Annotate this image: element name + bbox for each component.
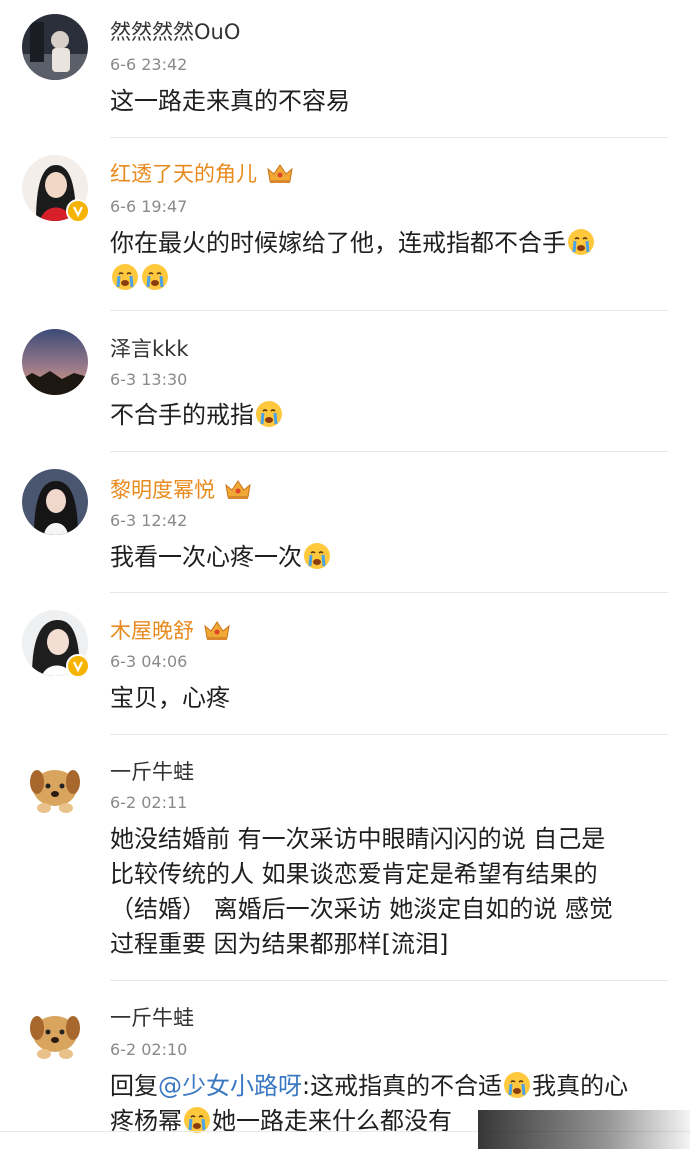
timestamp: 6-3 13:30 [110, 370, 188, 389]
comment-line: 比较传统的人 如果谈恋爱肯定是希望有结果的 [110, 860, 598, 888]
crying-face-icon [504, 1072, 531, 1098]
comment-text-part: 不合手的戒指 [110, 401, 254, 429]
comment-text: 你在最火的时候嫁给了他，连戒指都不合手 [110, 226, 666, 296]
reply-prefix: 回复 [110, 1072, 158, 1100]
timestamp: 6-6 23:42 [110, 55, 188, 74]
username[interactable]: 一斤牛蛙 [110, 1002, 194, 1032]
crying-face-icon [304, 543, 330, 569]
username-text[interactable]: 然然然然OuO [110, 16, 240, 46]
comment-text: 不合手的戒指 [110, 398, 666, 433]
comment-text: 我看一次心疼一次 [110, 540, 666, 575]
comment-text-part: 我看一次心疼一次 [110, 543, 302, 571]
timestamp: 6-2 02:10 [110, 1040, 188, 1059]
divider [110, 734, 668, 735]
comment-text: 这一路走来真的不容易 [110, 87, 350, 115]
crown-icon [267, 164, 293, 183]
comment-line: 她没结婚前 有一次采访中眼睛闪闪的说 自己是 [110, 825, 606, 853]
timestamp: 6-3 12:42 [110, 511, 188, 530]
comment-line: 过程重要 因为结果都那样[流泪] [110, 930, 449, 958]
divider [110, 451, 668, 452]
username-text[interactable]: 黎明度幂悦 [110, 474, 215, 504]
username-text[interactable]: 红透了天的角儿 [110, 158, 257, 188]
timestamp: 6-3 04:06 [110, 652, 188, 671]
username[interactable]: 木屋晚舒 [110, 615, 232, 645]
crying-face-icon [256, 401, 282, 427]
username[interactable]: 然然然然OuO [110, 16, 240, 46]
avatar[interactable] [22, 14, 88, 80]
username-text[interactable]: 一斤牛蛙 [110, 1002, 194, 1032]
avatar[interactable] [22, 469, 88, 535]
comment-text-part: :这戒指真的不合适 [302, 1072, 503, 1100]
username[interactable]: 红透了天的角儿 [110, 158, 295, 188]
comment-text-part: 我真的心 [532, 1072, 629, 1100]
verified-badge-icon [66, 199, 90, 223]
divider [110, 310, 668, 311]
divider [110, 980, 668, 981]
username-text[interactable]: 泽言kkk [110, 333, 188, 363]
divider [110, 137, 668, 138]
avatar[interactable] [22, 329, 88, 395]
watermark-overlay [478, 1110, 690, 1149]
username[interactable]: 黎明度幂悦 [110, 474, 253, 504]
comment-text-part: 你在最火的时候嫁给了他，连戒指都不合手 [110, 229, 566, 257]
timestamp: 6-2 02:11 [110, 793, 188, 812]
crying-face-icon [184, 1107, 210, 1133]
crying-face-icon [568, 229, 594, 255]
crying-face-icon [142, 264, 168, 290]
username-text[interactable]: 一斤牛蛙 [110, 756, 194, 786]
timestamp: 6-6 19:47 [110, 197, 188, 216]
verified-badge-icon [66, 654, 90, 678]
crying-face-icon [112, 264, 138, 290]
comment-text: 宝贝，心疼 [110, 684, 230, 712]
username-text[interactable]: 木屋晚舒 [110, 615, 194, 645]
avatar[interactable] [22, 752, 88, 818]
avatar[interactable] [22, 998, 88, 1064]
mention-link[interactable]: @少女小路呀 [158, 1072, 302, 1100]
username[interactable]: 泽言kkk [110, 333, 188, 363]
crown-icon [225, 480, 251, 499]
username[interactable]: 一斤牛蛙 [110, 756, 194, 786]
divider [110, 592, 668, 593]
crown-icon [204, 621, 230, 640]
comment-line: （结婚） 离婚后一次采访 她淡定自如的说 感觉 [110, 895, 613, 923]
comment-text: 她没结婚前 有一次采访中眼睛闪闪的说 自己是 比较传统的人 如果谈恋爱肯定是希望… [110, 822, 666, 962]
